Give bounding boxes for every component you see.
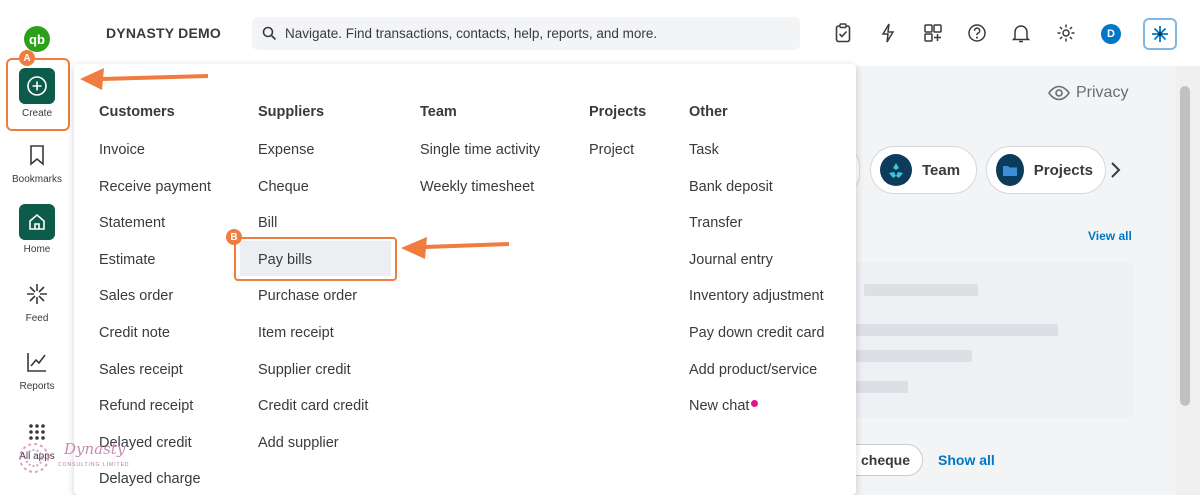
sparkle-feed-icon <box>22 279 52 309</box>
rail-feed-label: Feed <box>25 313 49 324</box>
menu-item-cheque[interactable]: Cheque <box>258 179 368 216</box>
quickbooks-logo-icon[interactable]: qb <box>24 26 50 52</box>
suppliers-heading: Suppliers <box>258 104 325 120</box>
home-icon <box>19 204 55 240</box>
menu-item-add-supplier[interactable]: Add supplier <box>258 435 368 472</box>
pay-bills-highlight-box <box>234 237 397 281</box>
rail-reports-label: Reports <box>19 381 55 392</box>
scrollbar-thumb[interactable] <box>1180 86 1190 406</box>
team-column: Team Single time activity Weekly timeshe… <box>420 104 540 215</box>
create-menu-panel: Customers Invoice Receive payment Statem… <box>74 64 856 495</box>
loading-card <box>840 262 1134 418</box>
bell-icon[interactable] <box>1010 22 1032 44</box>
watermark-name: Dynasty <box>64 440 126 458</box>
menu-item-supplier-credit[interactable]: Supplier credit <box>258 362 368 399</box>
menu-item-new-chat-label: New chat <box>689 398 750 415</box>
top-bar: DYNASTY DEMO Navigate. Find transactions… <box>74 0 1200 66</box>
menu-item-item-receipt[interactable]: Item receipt <box>258 325 368 362</box>
show-all-link[interactable]: Show all <box>938 452 995 468</box>
menu-item-bank-deposit[interactable]: Bank deposit <box>689 179 824 216</box>
chart-line-icon <box>22 347 52 377</box>
skeleton-line <box>856 350 972 362</box>
search-placeholder: Navigate. Find transactions, contacts, h… <box>285 26 658 41</box>
annotation-arrow-b <box>401 237 510 259</box>
annotation-badge-a: A <box>19 50 35 66</box>
menu-item-estimate[interactable]: Estimate <box>99 252 211 289</box>
pill-team[interactable]: Team <box>870 146 977 194</box>
user-avatar[interactable]: D <box>1101 24 1121 44</box>
menu-item-new-chat[interactable]: New chat <box>689 398 824 435</box>
pill-team-label: Team <box>922 161 961 179</box>
menu-item-sales-order[interactable]: Sales order <box>99 288 211 325</box>
new-indicator-dot <box>751 400 759 408</box>
rail-bookmarks-button[interactable]: Bookmarks <box>0 140 74 185</box>
suppliers-column: Suppliers Expense Cheque Bill Pay bills … <box>258 104 368 471</box>
menu-item-statement[interactable]: Statement <box>99 215 211 252</box>
menu-item-journal-entry[interactable]: Journal entry <box>689 252 824 289</box>
menu-item-refund-receipt[interactable]: Refund receipt <box>99 398 211 435</box>
menu-item-inventory-adjustment[interactable]: Inventory adjustment <box>689 288 824 325</box>
rail-home-button[interactable]: Home <box>0 204 74 255</box>
bookmark-icon <box>22 140 52 170</box>
apps-switch-icon[interactable] <box>922 22 944 44</box>
intuit-assist-button[interactable] <box>1143 18 1177 50</box>
menu-item-task[interactable]: Task <box>689 142 824 179</box>
annotation-badge-b: B <box>226 229 242 245</box>
rail-create-button[interactable]: Create <box>0 68 74 119</box>
projects-folder-icon <box>996 154 1024 186</box>
projects-column: Projects Project <box>589 104 646 179</box>
menu-item-transfer[interactable]: Transfer <box>689 215 824 252</box>
menu-item-sales-receipt[interactable]: Sales receipt <box>99 362 211 399</box>
menu-item-project[interactable]: Project <box>589 142 646 179</box>
menu-item-expense[interactable]: Expense <box>258 142 368 179</box>
company-name: DYNASTY DEMO <box>106 25 221 41</box>
pill-projects-label: Projects <box>1033 161 1093 179</box>
customers-heading: Customers <box>99 104 175 120</box>
privacy-toggle[interactable]: Privacy <box>1048 84 1128 102</box>
menu-item-invoice[interactable]: Invoice <box>99 142 211 179</box>
rail-bookmarks-label: Bookmarks <box>11 174 62 185</box>
menu-item-add-product-service[interactable]: Add product/service <box>689 362 824 399</box>
rail-home-label: Home <box>23 244 51 255</box>
skeleton-line <box>856 381 908 393</box>
menu-item-credit-note[interactable]: Credit note <box>99 325 211 362</box>
rail-create-label: Create <box>21 108 52 119</box>
rail-feed-button[interactable]: Feed <box>0 279 74 324</box>
search-input[interactable]: Navigate. Find transactions, contacts, h… <box>252 17 800 50</box>
annotation-arrow-a <box>80 68 209 90</box>
privacy-label: Privacy <box>1076 84 1129 101</box>
eye-icon <box>1048 85 1070 101</box>
lightning-icon[interactable] <box>877 22 899 44</box>
menu-item-single-time-activity[interactable]: Single time activity <box>420 142 540 179</box>
team-icon <box>880 154 912 186</box>
search-icon <box>262 26 277 41</box>
other-heading: Other <box>689 104 728 120</box>
plus-circle-icon <box>19 68 55 104</box>
watermark-subtitle: CONSULTING LIMITED <box>58 462 130 468</box>
help-icon[interactable] <box>966 22 988 44</box>
menu-item-purchase-order[interactable]: Purchase order <box>258 288 368 325</box>
team-heading: Team <box>420 104 457 120</box>
clipboard-check-icon[interactable] <box>832 22 854 44</box>
pill-projects[interactable]: Projects <box>986 146 1106 194</box>
gear-icon[interactable] <box>1055 22 1077 44</box>
rail-reports-button[interactable]: Reports <box>0 347 74 392</box>
skeleton-line <box>856 324 1058 336</box>
left-rail: qb A Create Bookmarks Home Feed Reports <box>0 0 74 495</box>
menu-item-weekly-timesheet[interactable]: Weekly timesheet <box>420 179 540 216</box>
menu-item-receive-payment[interactable]: Receive payment <box>99 179 211 216</box>
menu-item-pay-down-credit-card[interactable]: Pay down credit card <box>689 325 824 362</box>
chevron-right-icon[interactable] <box>1108 160 1122 185</box>
menu-item-credit-card-credit[interactable]: Credit card credit <box>258 398 368 435</box>
assist-star-icon <box>1152 26 1168 42</box>
other-column: Other Task Bank deposit Transfer Journal… <box>689 104 824 435</box>
projects-heading: Projects <box>589 104 647 120</box>
view-all-link[interactable]: View all <box>1088 229 1132 243</box>
skeleton-line <box>864 284 978 296</box>
